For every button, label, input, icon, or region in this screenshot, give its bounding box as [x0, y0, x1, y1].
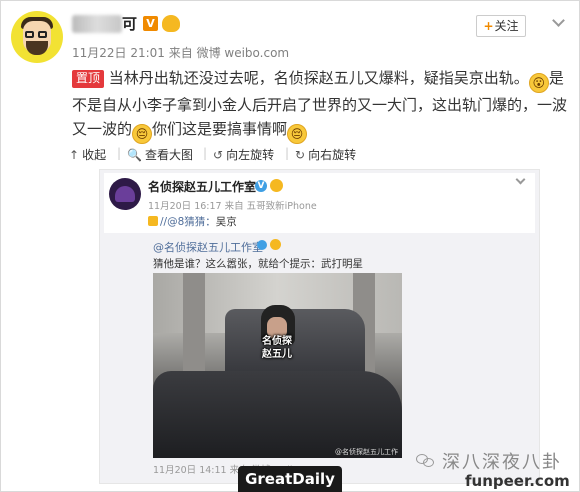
- sticker-line1: 名侦探: [262, 336, 292, 347]
- post-meta: 11月22日 21:01 来自 微博 weibo.com: [72, 46, 290, 60]
- rotate-right-label: 向右旋转: [308, 148, 357, 162]
- divider: |: [203, 146, 208, 160]
- medal-icon: [270, 179, 283, 192]
- forward-meta: 11月20日 16:17 来自 五哥致新iPhone: [148, 201, 317, 212]
- collapse-icon: ↑: [69, 148, 80, 162]
- wechat-logo-icon: [416, 452, 436, 468]
- avatar-glasses-right: [38, 31, 47, 38]
- wechat-bubble-right: [423, 458, 434, 467]
- post-text-part3: 你们这是要搞事情啊: [152, 120, 288, 138]
- view-large-button[interactable]: 🔍 查看大图: [127, 146, 193, 163]
- verified-badge-icon: V: [143, 16, 158, 31]
- like-hand-icon: [148, 216, 158, 226]
- photo-sticker: 名侦探 赵五儿: [251, 335, 303, 367]
- forward-reply: 吴京: [215, 216, 237, 228]
- rotate-left-label: 向左旋转: [226, 148, 275, 162]
- author-name-blurred: [72, 15, 122, 33]
- post-text-part1: 当林丹出轨还没过去呢，名侦探赵五儿又爆料，疑指吴京出轨。: [108, 69, 529, 87]
- greatdaily-watermark: GreatDaily: [238, 466, 342, 492]
- post-text: 置顶 当林丹出轨还没过去呢，名侦探赵五儿又爆料，疑指吴京出轨。 😮 是不是自从小李子…: [72, 66, 572, 144]
- plus-icon: +: [483, 19, 494, 33]
- repost-text: 猜他是谁？这么嚣张，就给个提示：武打明星: [153, 258, 363, 270]
- collapse-label: 收起: [82, 148, 107, 162]
- divider: |: [285, 146, 290, 160]
- rotate-right-button[interactable]: ↻ 向右旋转: [295, 146, 356, 163]
- rotate-left-button[interactable]: ↺ 向左旋转: [213, 146, 274, 163]
- photo-watermark: @名侦探赵五儿工作室: [335, 448, 398, 456]
- sticker-line2: 赵五儿: [262, 349, 292, 360]
- avatar-beard: [26, 41, 48, 55]
- verified-badge-icon: V: [255, 180, 267, 192]
- sigh-emoji-icon: 😔: [132, 124, 153, 144]
- magnifier-icon: 🔍: [127, 148, 142, 162]
- view-large-label: 查看大图: [144, 148, 193, 162]
- follow-label: 关注: [494, 19, 519, 33]
- funpeer-watermark: funpeer.com: [465, 472, 570, 490]
- chevron-down-icon[interactable]: [515, 174, 526, 185]
- forward-text: //@8猜猜：吴京: [148, 214, 237, 229]
- avatar-glasses-left: [25, 31, 34, 38]
- detective-hat-icon: [115, 186, 135, 202]
- divider: |: [117, 146, 122, 160]
- rotate-right-icon: ↻: [295, 148, 306, 162]
- medal-icon: [162, 15, 180, 32]
- collapse-button[interactable]: ↑ 收起: [69, 146, 106, 163]
- pinned-tag: 置顶: [72, 70, 105, 88]
- forward-author-name[interactable]: 名侦探赵五儿工作室: [148, 178, 256, 195]
- verified-badge-icon: [257, 240, 267, 250]
- follow-button[interactable]: +关注: [476, 15, 526, 37]
- wechat-account-watermark: 深八深夜八卦: [442, 452, 562, 473]
- forward-avatar[interactable]: [109, 178, 141, 210]
- rotate-left-icon: ↺: [213, 148, 224, 162]
- repost-author[interactable]: @名侦探赵五儿工作室: [153, 239, 263, 255]
- medal-icon: [270, 239, 281, 250]
- surprised-emoji-icon: 😮: [528, 73, 549, 93]
- author-avatar[interactable]: [11, 11, 63, 63]
- sigh-emoji-icon-2: 😔: [287, 124, 308, 144]
- car-body: [153, 371, 402, 458]
- author-name[interactable]: 可: [122, 13, 137, 34]
- post-photo[interactable]: 名侦探赵五儿 @名侦探赵五儿工作室: [153, 273, 402, 458]
- forward-card: 名侦探赵五儿工作室 V 11月20日 16:17 来自 五哥致新iPhone /…: [104, 173, 535, 233]
- mention-link[interactable]: //@8猜猜：: [160, 216, 216, 228]
